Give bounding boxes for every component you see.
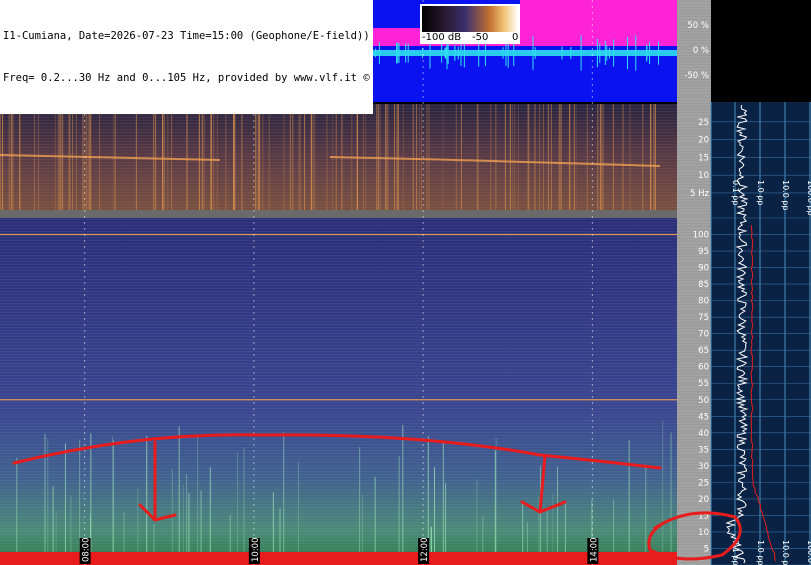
main-y-tick: 65 (698, 346, 709, 356)
profile-x-label: 10.0 pp (781, 180, 790, 211)
time-tick-label: 08:00 (82, 538, 92, 563)
low-band-y-tick: 25 (698, 118, 709, 128)
time-tick-label: 14:00 (589, 538, 599, 563)
profile-x-label: 10.0 pp (781, 540, 790, 565)
low-band-y-tick: 10 (698, 171, 709, 181)
bottom-red-noise (0, 552, 677, 565)
low-band-y-tick: 20 (698, 136, 709, 146)
main-y-tick: 90 (698, 264, 709, 274)
header-line-1: I1-Cumiana, Date=2026-07-23 Time=15:00 (… (3, 30, 370, 42)
main-y-tick: 45 (698, 412, 709, 422)
colorbar-legend: -100 dB -50 0 (420, 4, 520, 44)
waveform-y-tick: 0 % (693, 46, 709, 56)
main-y-tick: 50 (698, 396, 709, 406)
profile-x-label: 1.0 pp (756, 180, 765, 205)
station-header: I1-Cumiana, Date=2026-07-23 Time=15:00 (… (0, 0, 373, 114)
main-y-tick: 25 (698, 478, 709, 488)
main-y-tick: 55 (698, 379, 709, 389)
main-y-tick: 70 (698, 330, 709, 340)
vlf-spectrogram-page: 50 % 0 % -50 % 25 20 15 10 5 Hz 100 95 90 85 80 75 70 6… (0, 0, 811, 565)
main-y-tick: 10 (698, 528, 709, 538)
low-band-y-tick: 5 Hz (690, 189, 710, 199)
profile-x-label: 100.0 pp (806, 540, 811, 565)
main-y-tick: 75 (698, 313, 709, 323)
colorbar-gradient (422, 6, 518, 32)
header-line-2: Freq= 0.2...30 Hz and 0...105 Hz, provid… (3, 72, 370, 84)
time-tick-label: 10:00 (251, 538, 261, 563)
main-y-tick: 60 (698, 363, 709, 373)
main-y-tick: 80 (698, 297, 709, 307)
waveform-y-tick: -50 % (684, 71, 709, 81)
profile-x-label: 1.0 pp (756, 540, 765, 565)
main-y-tick: 5 (704, 544, 709, 554)
waveform-y-tick: 50 % (687, 21, 709, 31)
main-y-tick: 20 (698, 495, 709, 505)
main-y-tick: 85 (698, 280, 709, 290)
main-y-tick: 95 (698, 247, 709, 257)
colorbar-label-max: 0 (512, 32, 519, 43)
time-tick-label: 12:00 (420, 538, 430, 563)
low-band-y-tick: 15 (698, 153, 709, 163)
colorbar-label-mid: -50 (472, 32, 489, 43)
main-y-tick: 35 (698, 445, 709, 455)
colorbar-label-min: -100 dB (422, 32, 462, 43)
profile-x-label: 0.1 pp (731, 180, 740, 205)
main-y-tick: 40 (698, 429, 709, 439)
main-y-tick: 30 (698, 462, 709, 472)
main-y-tick: 100 (693, 231, 709, 241)
profile-x-label: 100.0 pp (806, 180, 811, 216)
